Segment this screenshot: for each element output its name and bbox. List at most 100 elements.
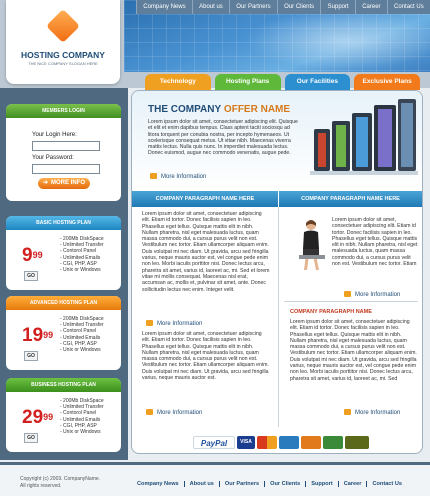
more-info-icon bbox=[344, 291, 351, 297]
price-cents: 99 bbox=[43, 330, 54, 340]
more-info-label: More Information bbox=[355, 410, 401, 416]
plan-features: - 200Mb DiskSpace - Unlimited Transfer -… bbox=[60, 316, 104, 353]
right-paragraph-2: Lorem ipsum dolor sit amet, consectetuer… bbox=[290, 319, 417, 382]
server-panel bbox=[401, 103, 413, 167]
right-paragraph-1: Lorem ipsum dolor sit amet, consectetuer… bbox=[332, 217, 418, 268]
amex-logo bbox=[279, 436, 299, 449]
offer-title-part1: THE COMPANY bbox=[148, 104, 222, 115]
footer-link-about-us[interactable]: About us bbox=[183, 481, 219, 487]
logo[interactable]: HOSTING COMPANY THE NICE COMPANY SLOGAN … bbox=[6, 0, 120, 84]
plan-price: 1999 bbox=[22, 326, 53, 345]
members-login-box: MEMBERS LOGIN Your Login Here: Your Pass… bbox=[6, 104, 121, 201]
password-input[interactable] bbox=[32, 164, 100, 174]
plan-price: 999 bbox=[22, 246, 43, 265]
offer-title: THE COMPANY OFFER NAME bbox=[148, 104, 290, 115]
discover-logo bbox=[345, 436, 369, 449]
feature-item: - Unlimited Emails bbox=[60, 416, 101, 423]
top-nav-contact-us[interactable]: Contact Us bbox=[386, 0, 430, 14]
more-info-label: More Information bbox=[157, 321, 203, 327]
card-logo bbox=[301, 436, 321, 449]
feature-item: - Unix or Windows bbox=[60, 267, 101, 274]
card-logo bbox=[323, 436, 343, 449]
more-info-icon bbox=[150, 173, 157, 179]
sidebar: MEMBERS LOGIN Your Login Here: Your Pass… bbox=[0, 88, 128, 460]
servers-illustration bbox=[310, 99, 418, 175]
person-jacket bbox=[303, 230, 319, 249]
server-panel bbox=[318, 133, 326, 167]
column-divider bbox=[278, 207, 279, 427]
company-name: HOSTING COMPANY bbox=[21, 50, 105, 60]
server-panel bbox=[378, 109, 392, 167]
person-skirt bbox=[303, 249, 319, 255]
members-login-title: MEMBERS LOGIN bbox=[6, 104, 121, 118]
offer-title-part2: OFFER NAME bbox=[221, 104, 291, 115]
server-panel bbox=[336, 125, 346, 167]
footer-link-our-clients[interactable]: Our Clients bbox=[264, 481, 305, 487]
footer-link-contact-us[interactable]: Contact Us bbox=[366, 481, 407, 487]
more-info-icon bbox=[146, 409, 153, 415]
more-info-label: More Information bbox=[157, 410, 203, 416]
company-slogan: THE NICE COMPANY SLOGAN HERE bbox=[28, 61, 98, 66]
more-info-label: More Information bbox=[161, 174, 207, 180]
left-column-heading: COMPANY PARAGRAPH NAME HERE bbox=[132, 191, 278, 207]
price-cents: 99 bbox=[32, 250, 43, 260]
top-nav: Company News About us Our Partners Our C… bbox=[136, 0, 430, 14]
tab-our-facilities[interactable]: Our Facilities bbox=[284, 74, 351, 90]
tab-hosting-plans[interactable]: Hosting Plans bbox=[214, 74, 281, 90]
plan-features: - 200Mb DiskSpace - Unlimited Transfer -… bbox=[60, 236, 104, 273]
price-main: 19 bbox=[22, 325, 44, 346]
top-nav-about-us[interactable]: About us bbox=[191, 0, 229, 14]
plan-title: BUSINESS HOSTING PLAN bbox=[6, 378, 121, 392]
top-nav-our-clients[interactable]: Our Clients bbox=[276, 0, 321, 14]
feature-item: - Unlimited Emails bbox=[60, 334, 101, 341]
offer-more-information-link[interactable]: More Information bbox=[150, 173, 206, 180]
server-base bbox=[310, 171, 418, 175]
banner-glow bbox=[244, 10, 430, 70]
copyright-line-1: Copyright (c) 2003. CompanyName. bbox=[20, 476, 101, 482]
business-hosting-plan: BUSINESS HOSTING PLAN 2999 GO - 200Mb Di… bbox=[6, 378, 121, 452]
mastercard-logo bbox=[257, 436, 277, 449]
more-info-label: More Information bbox=[355, 292, 401, 298]
footer-link-our-partners[interactable]: Our Partners bbox=[218, 481, 264, 487]
top-nav-company-news[interactable]: Company News bbox=[136, 0, 192, 14]
footer-link-company-news[interactable]: Company News bbox=[132, 481, 184, 487]
feature-item: - Unix or Windows bbox=[60, 347, 101, 354]
left-paragraph-1: Lorem ipsum dolor sit amet, consectetuer… bbox=[142, 211, 270, 293]
more-info-button[interactable]: ➜ MORE INFO bbox=[38, 178, 90, 189]
payment-logos: PayPal VISA bbox=[193, 436, 369, 449]
login-input[interactable] bbox=[32, 141, 100, 151]
top-nav-career[interactable]: Career bbox=[354, 0, 387, 14]
price-main: 9 bbox=[22, 245, 33, 266]
paypal-logo: PayPal bbox=[193, 436, 235, 449]
footer: Copyright (c) 2003. CompanyName. All rig… bbox=[0, 462, 430, 496]
plan-features: - 200Mb DiskSpace - Unlimited Transfer -… bbox=[60, 398, 104, 435]
top-nav-support[interactable]: Support bbox=[320, 0, 355, 14]
go-button[interactable]: GO bbox=[24, 351, 38, 361]
tab-exclusive-plans[interactable]: Exclusive Plans bbox=[354, 74, 420, 90]
footer-link-career[interactable]: Career bbox=[337, 481, 367, 487]
left-paragraph-2: Lorem ipsum dolor sit amet, consectetuer… bbox=[142, 331, 269, 382]
login-label: Your Login Here: bbox=[32, 132, 77, 138]
top-nav-our-partners[interactable]: Our Partners bbox=[229, 0, 277, 14]
offer-text: Lorem ipsum dolor sit amet, consectetuer… bbox=[148, 119, 298, 157]
more-info-icon bbox=[344, 409, 351, 415]
go-button[interactable]: GO bbox=[24, 433, 38, 443]
go-button[interactable]: GO bbox=[24, 271, 38, 281]
right-column-divider bbox=[284, 301, 418, 302]
tab-technology[interactable]: Technology bbox=[145, 74, 211, 90]
chair-seat bbox=[299, 255, 325, 259]
businesswoman-photo bbox=[299, 220, 325, 270]
visa-logo: VISA bbox=[237, 436, 255, 449]
right-more-information-link-2[interactable]: More Information bbox=[344, 409, 400, 416]
price-cents: 99 bbox=[43, 412, 54, 422]
left-more-information-link-1[interactable]: More Information bbox=[146, 320, 202, 327]
footer-link-support[interactable]: Support bbox=[305, 481, 337, 487]
plan-title: ADVANCED HOSTING PLAN bbox=[6, 296, 121, 310]
plan-title: BASIC HOSTING PLAN bbox=[6, 216, 121, 230]
basic-hosting-plan: BASIC HOSTING PLAN 999 GO - 200Mb DiskSp… bbox=[6, 216, 121, 290]
feature-item: - Unix or Windows bbox=[60, 429, 101, 436]
more-info-label: MORE INFO bbox=[51, 180, 86, 186]
right-column-heading: COMPANY PARAGRAPH NAME HERE bbox=[279, 191, 422, 207]
right-more-information-link-1[interactable]: More Information bbox=[344, 291, 400, 298]
left-more-information-link-2[interactable]: More Information bbox=[146, 409, 202, 416]
